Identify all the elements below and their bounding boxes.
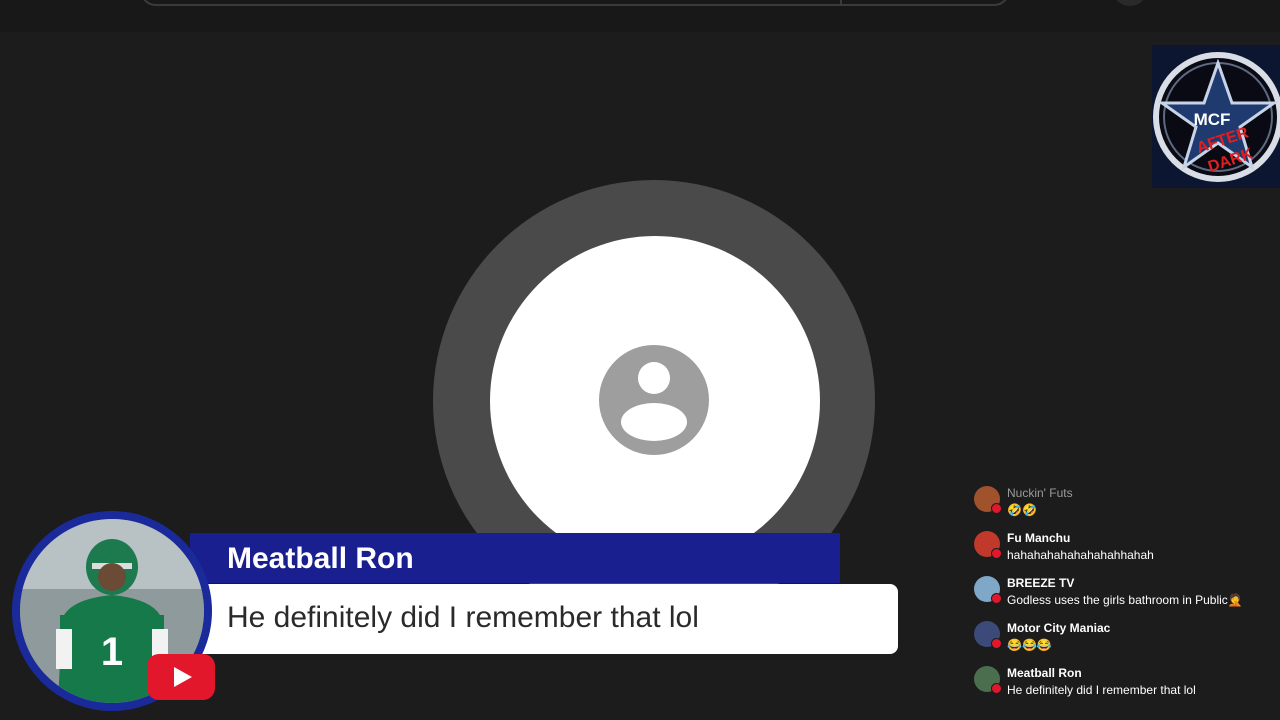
chat-text: He definitely did I remember that lol xyxy=(1007,683,1196,697)
chat-message-item: Motor City Maniac 😂😂😂 xyxy=(968,613,1268,657)
search-bar[interactable] xyxy=(140,0,1010,6)
featured-chat-name-bar: Meatball Ron xyxy=(190,533,840,583)
search-divider xyxy=(840,0,842,6)
youtube-badge-icon xyxy=(991,503,1002,514)
youtube-badge-icon xyxy=(991,593,1002,604)
chat-message-item: BREEZE TV Godless uses the girls bathroo… xyxy=(968,568,1268,612)
youtube-icon xyxy=(147,654,215,700)
mcf-after-dark-logo: MCF AFTER DARK xyxy=(1153,52,1280,182)
channel-logo: MCF AFTER DARK xyxy=(1152,45,1280,188)
chat-text: hahahahahahahahahhahah xyxy=(1007,548,1154,562)
chat-message-item: Nuckin' Futs 🤣🤣 xyxy=(968,478,1268,522)
chat-text: 😂😂😂 xyxy=(1007,638,1052,652)
logo-text-1: MCF xyxy=(1194,110,1231,129)
top-bar xyxy=(0,0,1280,32)
chat-avatar xyxy=(974,666,1002,694)
chat-author: Fu Manchu xyxy=(1007,531,1071,545)
featured-chat-author: Meatball Ron xyxy=(227,542,414,575)
jersey-number: 1 xyxy=(101,630,123,674)
default-person-icon xyxy=(599,345,709,455)
chat-text: 🤣🤣 xyxy=(1007,503,1037,517)
chat-avatar xyxy=(974,486,1002,514)
featured-chat-message-bar: He definitely did I remember that lol xyxy=(190,584,898,654)
chat-author: Motor City Maniac xyxy=(1007,621,1111,635)
chat-author: Nuckin' Futs xyxy=(1007,486,1073,500)
chat-avatar xyxy=(974,531,1002,559)
youtube-badge-icon xyxy=(991,548,1002,559)
chat-avatar xyxy=(974,576,1002,604)
chat-message-item: Meatball Ron He definitely did I remembe… xyxy=(968,658,1268,702)
youtube-badge-icon xyxy=(991,683,1002,694)
chat-author: Meatball Ron xyxy=(1007,666,1082,680)
chat-avatar xyxy=(974,621,1002,649)
live-chat-list: Nuckin' Futs 🤣🤣 Fu Manchu hahahahahahaha… xyxy=(968,478,1268,708)
account-avatar[interactable] xyxy=(1112,0,1148,6)
featured-chat-message: He definitely did I remember that lol xyxy=(227,601,699,634)
chat-message-item: Fu Manchu hahahahahahahahahhahah xyxy=(968,523,1268,567)
chat-text: Godless uses the girls bathroom in Publi… xyxy=(1007,593,1243,607)
youtube-badge-icon xyxy=(991,638,1002,649)
chat-author: BREEZE TV xyxy=(1007,576,1075,590)
